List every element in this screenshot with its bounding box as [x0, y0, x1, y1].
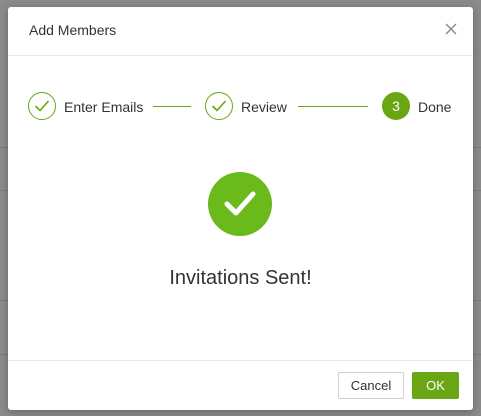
step-3-number: 3 [382, 92, 410, 120]
step-1-label: Enter Emails [64, 99, 144, 115]
step-connector [298, 106, 368, 107]
step-2-check-icon [205, 92, 233, 120]
step-3-label: Done [418, 99, 452, 115]
add-members-dialog: Add Members Enter Emails Review 3 Done I… [8, 7, 473, 410]
step-2-label: Review [241, 99, 287, 115]
success-check-icon [208, 172, 272, 236]
step-connector [153, 106, 191, 107]
step-1-check-icon [28, 92, 56, 120]
success-message: Invitations Sent! [169, 267, 312, 289]
dialog-title: Add Members [29, 22, 117, 38]
stepper: Enter Emails Review 3 Done [8, 92, 473, 122]
dialog-footer: Cancel OK [8, 360, 473, 410]
ok-button[interactable]: OK [412, 372, 459, 399]
cancel-button[interactable]: Cancel [338, 372, 404, 399]
dialog-header: Add Members [8, 7, 473, 56]
close-icon[interactable] [443, 21, 459, 37]
